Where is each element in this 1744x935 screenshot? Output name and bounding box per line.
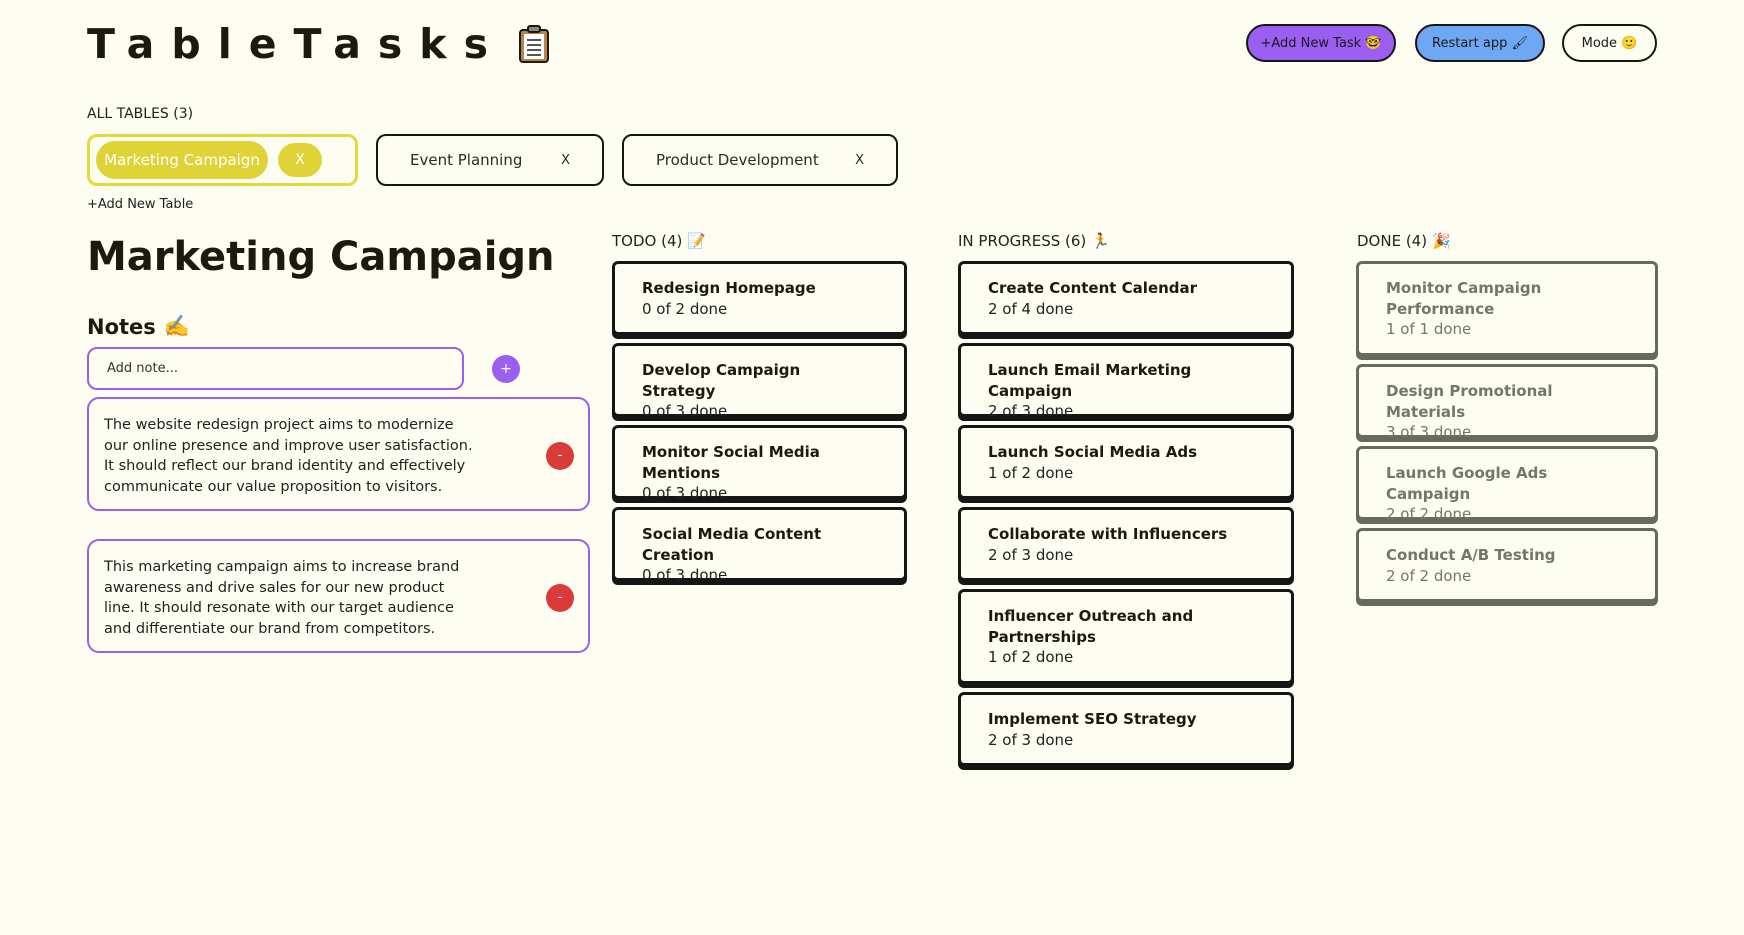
task-progress: 2 of 3 done: [988, 402, 1074, 420]
task-title: Develop Campaign Strategy: [642, 361, 801, 400]
delete-note-button[interactable]: -: [546, 442, 574, 470]
task-progress: 0 of 3 done: [642, 566, 728, 584]
task-progress: 2 of 2 done: [1386, 566, 1472, 585]
task-title: Implement SEO Strategy: [988, 710, 1197, 728]
task-card[interactable]: Launch Google Ads Campaign 2 of 2 done: [1356, 446, 1658, 523]
close-table-button[interactable]: X: [855, 153, 864, 168]
mode-toggle-button[interactable]: Mode 🙂: [1562, 24, 1657, 62]
task-progress: 1 of 1 done: [1386, 320, 1472, 338]
task-card[interactable]: Influencer Outreach and Partnerships 1 o…: [958, 589, 1294, 684]
task-card[interactable]: Create Content Calendar 2 of 4 done: [958, 261, 1294, 335]
in-progress-column-heading: IN PROGRESS (6) 🏃: [958, 232, 1110, 250]
table-tab-label[interactable]: Product Development: [656, 151, 819, 169]
todo-heading-label: TODO (4): [612, 232, 683, 250]
task-title: Create Content Calendar: [988, 279, 1198, 297]
notes-title: Notes: [87, 314, 156, 339]
task-progress: 2 of 4 done: [988, 299, 1074, 318]
task-title: Design Promotional Materials: [1386, 382, 1553, 421]
writing-hand-icon: ✍️: [163, 314, 190, 338]
task-card[interactable]: Develop Campaign Strategy 0 of 3 done: [612, 343, 907, 420]
task-progress: 0 of 3 done: [642, 484, 728, 502]
task-progress: 0 of 2 done: [642, 299, 728, 318]
task-title: Social Media Content Creation: [642, 525, 822, 564]
task-progress: 1 of 2 done: [988, 463, 1074, 482]
all-tables-heading: ALL TABLES (3): [87, 106, 194, 122]
task-card[interactable]: Implement SEO Strategy 2 of 3 done: [958, 692, 1294, 766]
add-note-button[interactable]: +: [492, 355, 520, 383]
runner-icon: 🏃: [1091, 232, 1110, 250]
task-title: Launch Social Media Ads: [988, 443, 1198, 461]
note-text: This marketing campaign aims to increase…: [104, 559, 460, 637]
in-progress-heading-label: IN PROGRESS (6): [958, 232, 1087, 250]
app-title: TableTasks: [87, 20, 505, 68]
add-new-task-button[interactable]: +Add New Task 🤓: [1246, 24, 1396, 62]
task-title: Collaborate with Influencers: [988, 525, 1228, 543]
add-note-input[interactable]: [87, 347, 464, 390]
task-title: Launch Email Marketing Campaign: [988, 361, 1192, 400]
task-progress: 0 of 3 done: [642, 402, 728, 420]
task-progress: 1 of 2 done: [988, 648, 1074, 666]
party-popper-icon: 🎉: [1432, 232, 1451, 250]
table-tab-label[interactable]: Event Planning: [410, 151, 522, 169]
task-card[interactable]: Social Media Content Creation 0 of 3 don…: [612, 507, 907, 584]
task-card[interactable]: Design Promotional Materials 3 of 3 done: [1356, 364, 1658, 441]
note-item: This marketing campaign aims to increase…: [87, 539, 590, 653]
delete-note-button[interactable]: -: [546, 584, 574, 612]
task-title: Redesign Homepage: [642, 279, 816, 297]
task-card[interactable]: Conduct A/B Testing 2 of 2 done: [1356, 528, 1658, 602]
task-title: Conduct A/B Testing: [1386, 546, 1556, 564]
page-title: Marketing Campaign: [87, 234, 555, 280]
task-progress: 2 of 3 done: [988, 545, 1074, 564]
app-logo: TableTasks: [87, 20, 549, 68]
table-tab-marketing-campaign[interactable]: Marketing Campaign X: [87, 134, 358, 186]
memo-icon: 📝: [687, 232, 707, 250]
task-card[interactable]: Launch Email Marketing Campaign 2 of 3 d…: [958, 343, 1294, 420]
task-card[interactable]: Monitor Social Media Mentions 0 of 3 don…: [612, 425, 907, 502]
task-card[interactable]: Monitor Campaign Performance 1 of 1 done: [1356, 261, 1658, 356]
task-card[interactable]: Redesign Homepage 0 of 2 done: [612, 261, 907, 335]
task-title: Monitor Social Media Mentions: [642, 443, 820, 482]
add-new-table-link[interactable]: +Add New Table: [87, 197, 193, 212]
close-table-button[interactable]: X: [278, 143, 322, 177]
task-card[interactable]: Launch Social Media Ads 1 of 2 done: [958, 425, 1294, 499]
notes-heading: Notes ✍️: [87, 314, 190, 339]
task-progress: 2 of 3 done: [988, 730, 1074, 749]
done-column-heading: DONE (4) 🎉: [1357, 232, 1451, 250]
table-tab-event-planning[interactable]: Event Planning X: [376, 134, 604, 186]
clipboard-icon: [518, 25, 549, 63]
restart-app-button[interactable]: Restart app 🖌: [1415, 24, 1545, 62]
todo-column-heading: TODO (4) 📝: [612, 232, 706, 250]
table-tab-label[interactable]: Marketing Campaign: [96, 141, 268, 179]
done-heading-label: DONE (4): [1357, 232, 1428, 250]
close-table-button[interactable]: X: [561, 153, 570, 168]
note-text: The website redesign project aims to mod…: [104, 417, 473, 495]
table-tab-product-development[interactable]: Product Development X: [622, 134, 898, 186]
task-title: Influencer Outreach and Partnerships: [988, 607, 1194, 646]
task-title: Launch Google Ads Campaign: [1386, 464, 1548, 503]
task-title: Monitor Campaign Performance: [1386, 279, 1542, 318]
task-progress: 3 of 3 done: [1386, 423, 1472, 441]
task-progress: 2 of 2 done: [1386, 505, 1472, 523]
task-card[interactable]: Collaborate with Influencers 2 of 3 done: [958, 507, 1294, 581]
note-item: The website redesign project aims to mod…: [87, 397, 590, 511]
